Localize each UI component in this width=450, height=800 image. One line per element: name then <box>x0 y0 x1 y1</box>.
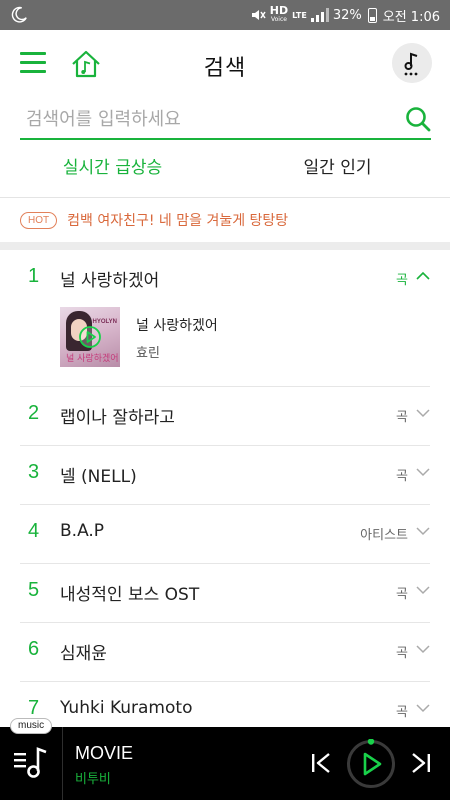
play-icon[interactable] <box>346 739 396 789</box>
ranking-list: 1 널 사랑하겠어 곡 HYOLYN 널 사랑하겠어 널 사랑하겠어 효린 2 … <box>0 250 450 741</box>
hot-banner[interactable]: HOT 컴백 여자친구! 네 맘을 겨눌게 탕탕탕 <box>0 198 450 242</box>
list-item[interactable]: 4 B.A.P 아티스트 <box>20 505 430 564</box>
song-result[interactable]: HYOLYN 널 사랑하겠어 널 사랑하겠어 효린 <box>60 307 430 369</box>
item-title: 널 사랑하겠어 <box>60 271 160 291</box>
rank-number: 4 <box>28 520 40 542</box>
mini-player: MOVIE 비투비 <box>0 727 450 800</box>
chevron-down-icon[interactable] <box>416 408 430 418</box>
item-type: 곡 <box>396 410 408 425</box>
album-cover[interactable]: HYOLYN 널 사랑하겠어 <box>60 307 120 367</box>
item-title: 내성적인 보스 OST <box>60 585 200 605</box>
app-header: 검색 <box>0 30 450 100</box>
rank-number: 2 <box>28 402 40 424</box>
skip-next-icon[interactable] <box>410 751 432 775</box>
chevron-down-icon[interactable] <box>416 585 430 595</box>
item-type: 곡 <box>396 705 408 720</box>
now-playing-title[interactable]: MOVIE <box>75 743 133 764</box>
list-item[interactable]: 5 내성적인 보스 OST 곡 <box>20 564 430 623</box>
song-title: 널 사랑하겠어 <box>136 318 218 334</box>
item-type: 곡 <box>396 646 408 661</box>
hd-voice-indicator: HD Voice <box>269 4 289 23</box>
clock: 오전 1:06 <box>382 9 440 25</box>
music-note-more-icon[interactable] <box>392 43 432 83</box>
item-title: Yuhki Kuramoto <box>60 698 193 718</box>
item-title: 심재윤 <box>60 644 107 664</box>
list-item[interactable]: 3 넬 (NELL) 곡 <box>20 446 430 505</box>
chevron-down-icon[interactable] <box>416 644 430 654</box>
rank-number: 1 <box>28 265 40 287</box>
list-item[interactable]: 2 랩이나 잘하라고 곡 <box>20 387 430 446</box>
playlist-icon[interactable] <box>12 743 52 783</box>
tab-daily[interactable]: 일간 인기 <box>225 150 450 197</box>
section-divider <box>0 242 450 250</box>
vibrate-mute-icon <box>251 10 266 20</box>
signal-icon <box>310 8 329 22</box>
song-artist: 효린 <box>136 346 160 361</box>
item-type: 곡 <box>396 469 408 484</box>
search-icon[interactable] <box>405 106 431 132</box>
tab-realtime[interactable]: 실시간 급상승 <box>0 150 225 197</box>
item-title: 넬 (NELL) <box>60 467 137 487</box>
list-item[interactable]: 6 심재윤 곡 <box>20 623 430 682</box>
moon-icon <box>11 6 27 23</box>
list-item[interactable]: 1 널 사랑하겠어 곡 HYOLYN 널 사랑하겠어 널 사랑하겠어 효린 <box>20 250 430 387</box>
chevron-up-icon[interactable] <box>416 271 430 281</box>
item-type: 곡 <box>396 587 408 602</box>
rank-number: 6 <box>28 638 40 660</box>
album-brand: HYOLYN <box>92 319 117 325</box>
rank-number: 5 <box>28 579 40 601</box>
item-title: 랩이나 잘하라고 <box>60 408 175 428</box>
hot-text: 컴백 여자친구! 네 맘을 겨눌게 탕탕탕 <box>67 213 289 229</box>
rank-number: 3 <box>28 461 40 483</box>
search-bar <box>20 100 431 140</box>
status-bar: HD Voice LTE 32% 오전 1:06 <box>0 0 450 30</box>
play-icon[interactable] <box>79 326 101 348</box>
page-title: 검색 <box>203 56 247 81</box>
search-input[interactable] <box>26 104 386 134</box>
player-divider <box>62 727 63 800</box>
battery-percent: 32% <box>332 7 362 23</box>
hot-badge: HOT <box>20 211 58 229</box>
item-type: 아티스트 <box>360 528 408 543</box>
chart-tabs: 실시간 급상승 일간 인기 <box>0 150 450 198</box>
item-title: B.A.P <box>60 521 105 541</box>
chevron-down-icon[interactable] <box>416 467 430 477</box>
now-playing-artist[interactable]: 비투비 <box>75 768 111 787</box>
album-lettering: 널 사랑하겠어 <box>66 354 119 364</box>
battery-icon <box>367 7 377 23</box>
chevron-down-icon[interactable] <box>416 703 430 713</box>
rank-number: 7 <box>28 697 40 719</box>
skip-previous-icon[interactable] <box>310 751 332 775</box>
lte-indicator: LTE <box>292 10 307 20</box>
music-tag: music <box>10 718 53 734</box>
item-type: 곡 <box>396 273 408 288</box>
chevron-down-icon[interactable] <box>416 526 430 536</box>
